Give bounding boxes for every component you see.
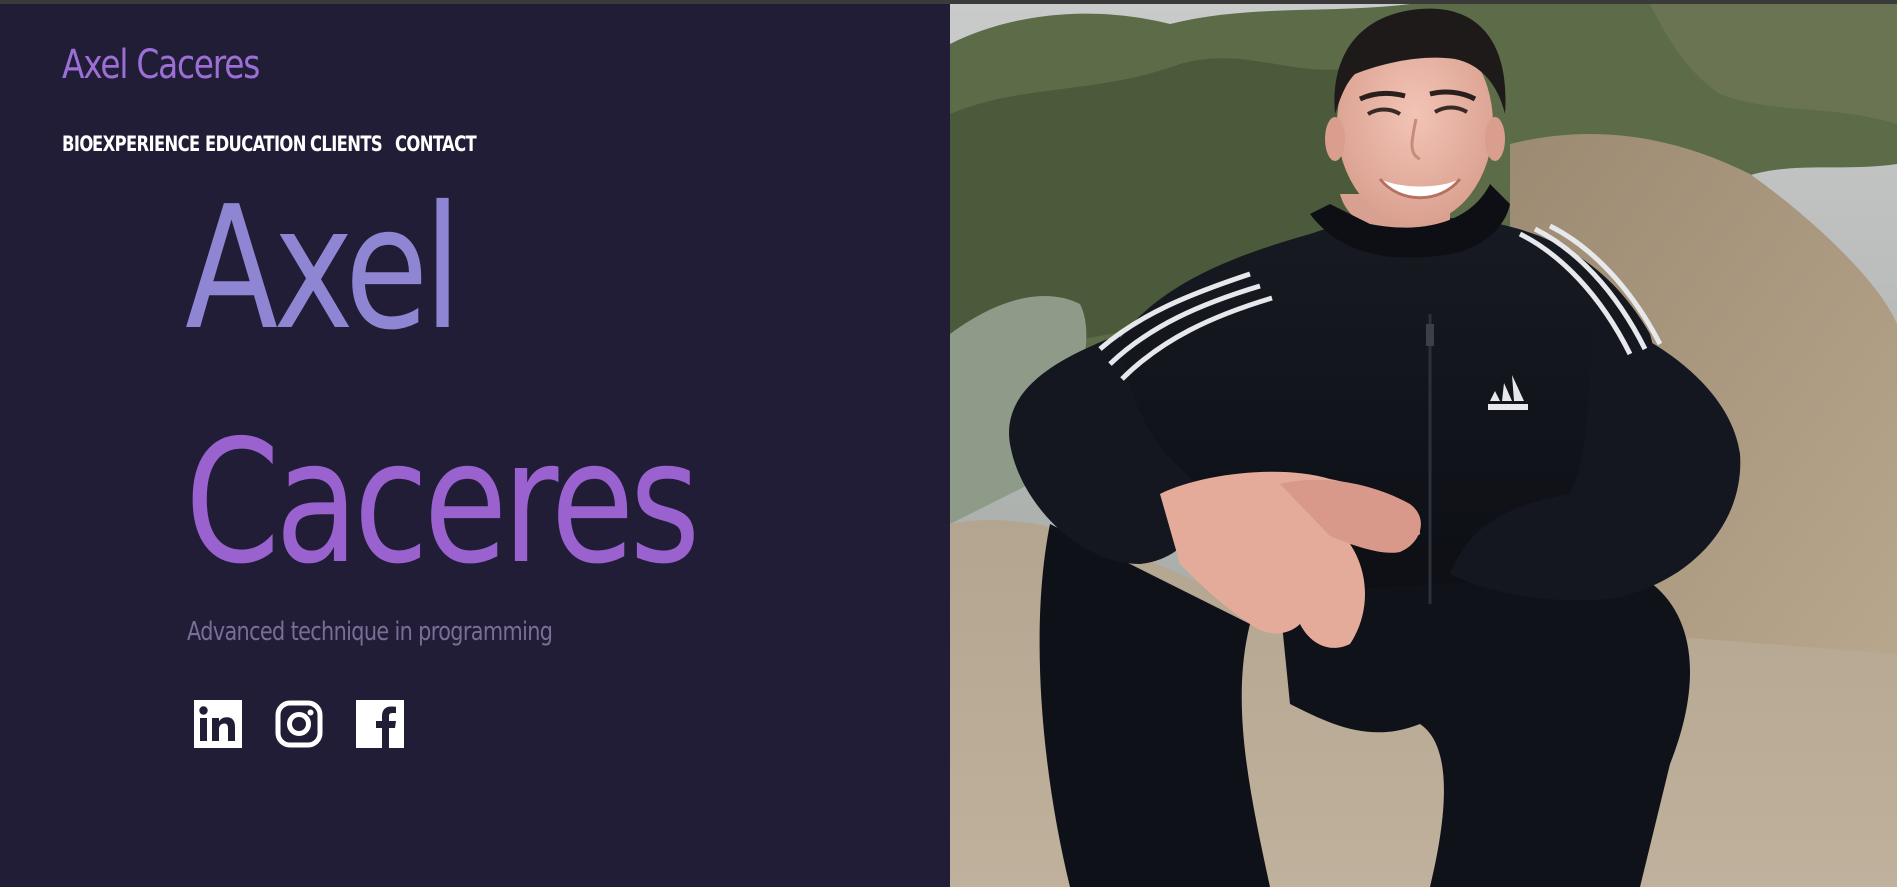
main-nav: BIO EXPERIENCE EDUCATION CLIENTS CONTACT [62, 132, 499, 156]
profile-photo-image [950, 4, 1897, 887]
hero-first-name: Axel [185, 170, 461, 368]
hero-last-name: Caceres [185, 404, 700, 602]
facebook-link[interactable] [356, 700, 404, 748]
instagram-link[interactable] [275, 700, 323, 748]
profile-photo [950, 4, 1897, 887]
linkedin-link[interactable] [194, 700, 242, 748]
nav-contact[interactable]: CONTACT [395, 132, 477, 156]
instagram-icon [275, 700, 323, 748]
facebook-icon [356, 700, 404, 748]
site-brand[interactable]: Axel Caceres [62, 42, 260, 88]
nav-clients[interactable]: CLIENTS [310, 132, 383, 156]
linkedin-icon [194, 700, 242, 748]
hero-tagline: Advanced technique in programming [187, 617, 553, 647]
social-links [194, 700, 437, 748]
nav-bio[interactable]: BIO [62, 132, 93, 156]
hero-panel: Axel Caceres BIO EXPERIENCE EDUCATION CL… [0, 4, 950, 887]
nav-education[interactable]: EDUCATION [205, 132, 306, 156]
nav-experience[interactable]: EXPERIENCE [92, 132, 200, 156]
